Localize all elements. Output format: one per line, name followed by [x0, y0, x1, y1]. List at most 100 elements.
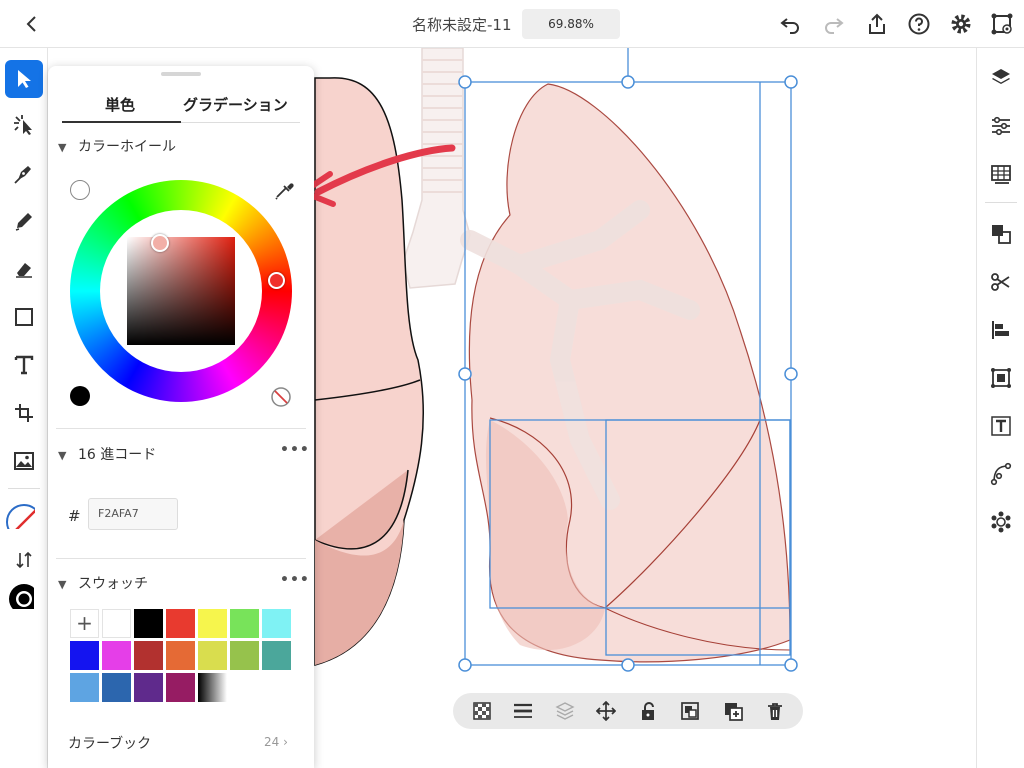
swatches-section-header[interactable]: ▼ スウォッチ: [58, 573, 148, 593]
color-swatch[interactable]: [102, 673, 131, 702]
unlock-icon[interactable]: [638, 701, 658, 721]
saturation-brightness-square[interactable]: [127, 237, 235, 345]
right-toolbar: [976, 48, 1024, 768]
color-swatch[interactable]: [166, 609, 195, 638]
color-swatch[interactable]: [198, 609, 227, 638]
white-color-button[interactable]: [70, 180, 90, 200]
place-image-icon: [14, 452, 34, 470]
hex-section-header[interactable]: ▼ 16 進コード: [58, 444, 156, 464]
pen-tool-icon: [14, 166, 31, 184]
left-toolbar: [0, 48, 48, 768]
pathfinder-icon[interactable]: [989, 270, 1013, 294]
properties-icon[interactable]: [989, 114, 1013, 138]
layers-icon[interactable]: [989, 66, 1013, 90]
eraser-tool[interactable]: [5, 250, 43, 288]
type-properties-icon[interactable]: [989, 414, 1013, 438]
transform-tool[interactable]: [5, 394, 43, 432]
zoom-level[interactable]: 69.88%: [522, 9, 620, 39]
group-icon[interactable]: [680, 701, 700, 721]
layer-order-icon[interactable]: [555, 701, 575, 721]
color-book-label[interactable]: カラーブック: [68, 733, 151, 753]
redo-icon[interactable]: [822, 12, 846, 36]
pencil-tool[interactable]: [5, 202, 43, 240]
section-divider: [56, 558, 306, 559]
tab-gradient[interactable]: グラデーション: [183, 94, 288, 115]
color-swatch[interactable]: [230, 609, 259, 638]
chevron-right-icon: ›: [283, 735, 288, 749]
color-book-count-value: 24: [264, 735, 280, 749]
rectangle-tool-icon: [15, 308, 33, 326]
selection-tool-icon: [18, 70, 31, 88]
swatches-more-icon[interactable]: •••: [280, 572, 310, 588]
color-swatch[interactable]: [134, 641, 163, 670]
color-picker-handle[interactable]: [151, 234, 169, 252]
color-swatch[interactable]: [134, 609, 163, 638]
fill-color[interactable]: [5, 499, 43, 537]
panel-drag-handle[interactable]: [161, 72, 201, 76]
color-swatch[interactable]: [70, 641, 99, 670]
hex-hash-label: #: [68, 507, 81, 525]
share-for-review-icon[interactable]: [990, 12, 1014, 36]
color-book-count[interactable]: 24 ›: [264, 735, 288, 749]
undo-icon[interactable]: [778, 12, 802, 36]
transform-tool-icon: [15, 404, 33, 422]
chevron-down-icon: ▼: [58, 449, 67, 462]
libraries-icon[interactable]: [989, 162, 1013, 186]
chevron-down-icon: ▼: [58, 578, 67, 591]
eraser-tool-icon: [16, 263, 32, 278]
place-image-tool[interactable]: [5, 442, 43, 480]
hex-more-icon[interactable]: •••: [280, 442, 310, 458]
back-chevron-icon[interactable]: [20, 12, 44, 36]
settings-icon[interactable]: [949, 12, 973, 36]
color-swatch[interactable]: [102, 641, 131, 670]
eyedropper-icon[interactable]: [272, 178, 296, 202]
direct-selection-tool[interactable]: [5, 106, 43, 144]
move-icon[interactable]: [596, 701, 616, 721]
color-panel: 単色 グラデーション ▼ カラーホイール ▼ 16 進コード ••• # F2AFA…: [48, 66, 314, 768]
share-icon[interactable]: [865, 12, 889, 36]
swap-fill-stroke-icon[interactable]: [15, 551, 33, 569]
color-swatch[interactable]: [262, 609, 291, 638]
fill-none-icon: [6, 504, 35, 529]
direct-selection-icon: [14, 115, 32, 135]
color-swatch[interactable]: [166, 641, 195, 670]
help-icon[interactable]: [907, 12, 931, 36]
color-swatch[interactable]: [166, 673, 195, 702]
color-wheel-heading: カラーホイール: [78, 139, 176, 155]
color-swatch[interactable]: [230, 641, 259, 670]
add-swatch-button[interactable]: +: [70, 609, 99, 638]
repeat-icon[interactable]: [989, 366, 1013, 390]
document-title[interactable]: 名称未設定-11: [412, 14, 512, 35]
color-swatch[interactable]: [134, 673, 163, 702]
toolbar-divider: [8, 488, 40, 489]
arrange-icon[interactable]: [989, 222, 1013, 246]
gradient-swatch[interactable]: [198, 673, 227, 702]
type-tool-icon: [14, 355, 34, 375]
type-tool[interactable]: [5, 346, 43, 384]
section-divider: [56, 428, 306, 429]
toolbar-divider: [985, 202, 1017, 203]
hex-code-input[interactable]: F2AFA7: [88, 498, 178, 530]
pen-tool[interactable]: [5, 154, 43, 192]
hue-handle[interactable]: [268, 272, 285, 289]
transparency-grid-icon[interactable]: [472, 701, 492, 721]
color-swatch[interactable]: [70, 673, 99, 702]
align-icon[interactable]: [989, 318, 1013, 342]
pencil-tool-icon: [15, 213, 32, 231]
stroke-weight-icon[interactable]: [513, 701, 533, 721]
color-wheel-section-header[interactable]: ▼ カラーホイール: [58, 136, 176, 156]
stroke-color[interactable]: [5, 580, 43, 618]
effects-icon[interactable]: [989, 510, 1013, 534]
color-swatch[interactable]: [198, 641, 227, 670]
delete-icon[interactable]: [765, 701, 785, 721]
color-swatch[interactable]: [262, 641, 291, 670]
no-color-icon[interactable]: [270, 386, 292, 408]
duplicate-icon[interactable]: [723, 701, 743, 721]
path-icon[interactable]: [989, 462, 1013, 486]
black-color-button[interactable]: [70, 386, 90, 406]
hex-heading: 16 進コード: [78, 447, 157, 463]
color-swatch[interactable]: [102, 609, 131, 638]
rectangle-tool[interactable]: [5, 298, 43, 336]
tab-solid-color[interactable]: 単色: [105, 94, 135, 115]
selection-tool[interactable]: [5, 60, 43, 98]
